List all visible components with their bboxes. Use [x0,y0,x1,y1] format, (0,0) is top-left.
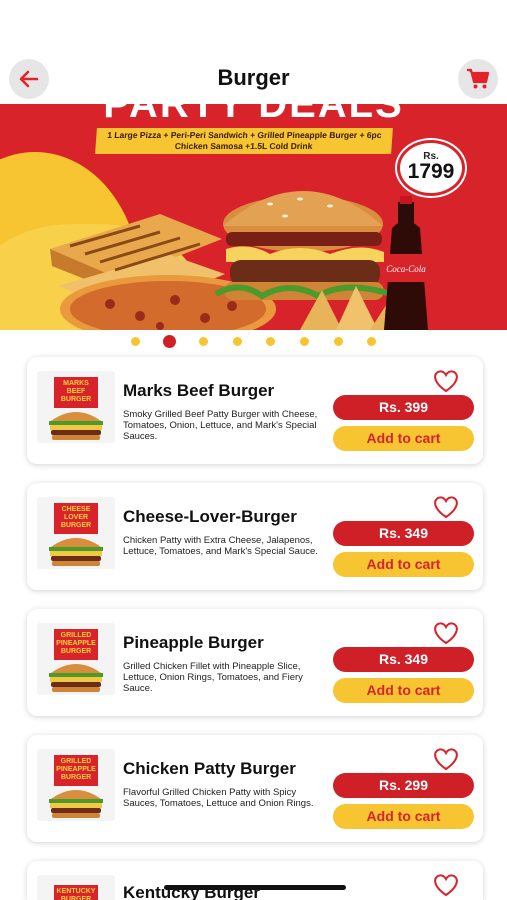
heart-icon[interactable] [432,495,460,519]
product-card[interactable]: CHEESE LOVER BURGER Cheese-Lover-Burger … [27,483,483,590]
burger-image [214,191,391,300]
product-name: Marks Beef Burger [123,381,275,400]
price-button[interactable]: Rs. 349 [333,521,474,546]
product-image-label: KENTUCKY BURGER [54,885,98,900]
promo-banner[interactable]: PARTY DEALS 1 Large Pizza + Peri-Peri Sa… [0,104,507,330]
product-image: GRILLED PINEAPPLE BURGER [37,749,115,821]
heart-icon[interactable] [432,621,460,645]
product-image: CHEESE LOVER BURGER [37,497,115,569]
carousel-dot-active[interactable] [163,335,176,348]
carousel-dot[interactable] [300,337,309,346]
product-description: Chicken Patty with Extra Cheese, Jalapen… [123,535,318,557]
heart-icon[interactable] [432,873,460,897]
burger-icon [49,538,103,566]
product-name: Chicken Patty Burger [123,759,296,778]
product-image: MARKS BEEF BURGER [37,371,115,443]
deal-price: 1799 [407,160,455,183]
add-to-cart-button[interactable]: Add to cart [333,678,474,703]
product-card[interactable]: MARKS BEEF BURGER Marks Beef Burger Smok… [27,357,483,464]
carousel-dot[interactable] [131,337,140,346]
carousel-dot[interactable] [199,337,208,346]
price-button[interactable]: Rs. 299 [333,773,474,798]
product-image-label: GRILLED PINEAPPLE BURGER [54,755,98,786]
add-to-cart-button[interactable]: Add to cart [333,552,474,577]
carousel-dots [0,335,507,348]
carousel-dot[interactable] [367,337,376,346]
product-card[interactable]: KENTUCKY BURGER Kentucky Burger [27,861,483,900]
cola-bottle-image: Coca-Cola [384,196,428,330]
banner-food-image: Coca-Cola [50,191,428,330]
top-bar: Burger [0,55,507,101]
shopping-cart-icon [467,68,490,89]
product-image-label: CHEESE LOVER BURGER [54,503,98,534]
heart-icon[interactable] [432,369,460,393]
product-description: Smoky Grilled Beef Patty Burger with Che… [123,409,318,442]
cola-brand-text: Coca-Cola [386,264,426,274]
product-image: GRILLED PINEAPPLE BURGER [37,623,115,695]
product-description: Flavorful Grilled Chicken Patty with Spi… [123,787,314,809]
price-button[interactable]: Rs. 399 [333,395,474,420]
page-title: Burger [217,65,290,90]
product-name: Cheese-Lover-Burger [123,507,297,526]
product-image: KENTUCKY BURGER [37,875,115,900]
product-name: Pineapple Burger [123,633,264,652]
cart-button[interactable] [458,59,498,99]
price-button[interactable]: Rs. 349 [333,647,474,672]
carousel-dot[interactable] [266,337,275,346]
add-to-cart-button[interactable]: Add to cart [333,804,474,829]
burger-icon [49,790,103,818]
home-indicator[interactable] [164,885,346,890]
carousel-dot[interactable] [334,337,343,346]
add-to-cart-button[interactable]: Add to cart [333,426,474,451]
burger-icon [49,664,103,692]
heart-icon[interactable] [432,747,460,771]
product-card[interactable]: GRILLED PINEAPPLE BURGER Pineapple Burge… [27,609,483,716]
product-image-label: MARKS BEEF BURGER [54,377,98,408]
deal-price-badge: Rs. 1799 [397,140,465,196]
product-card[interactable]: GRILLED PINEAPPLE BURGER Chicken Patty B… [27,735,483,842]
product-description: Grilled Chicken Fillet with Pineapple Sl… [123,661,303,694]
burger-icon [49,412,103,440]
product-image-label: GRILLED PINEAPPLE BURGER [54,629,98,660]
carousel-dot[interactable] [233,337,242,346]
